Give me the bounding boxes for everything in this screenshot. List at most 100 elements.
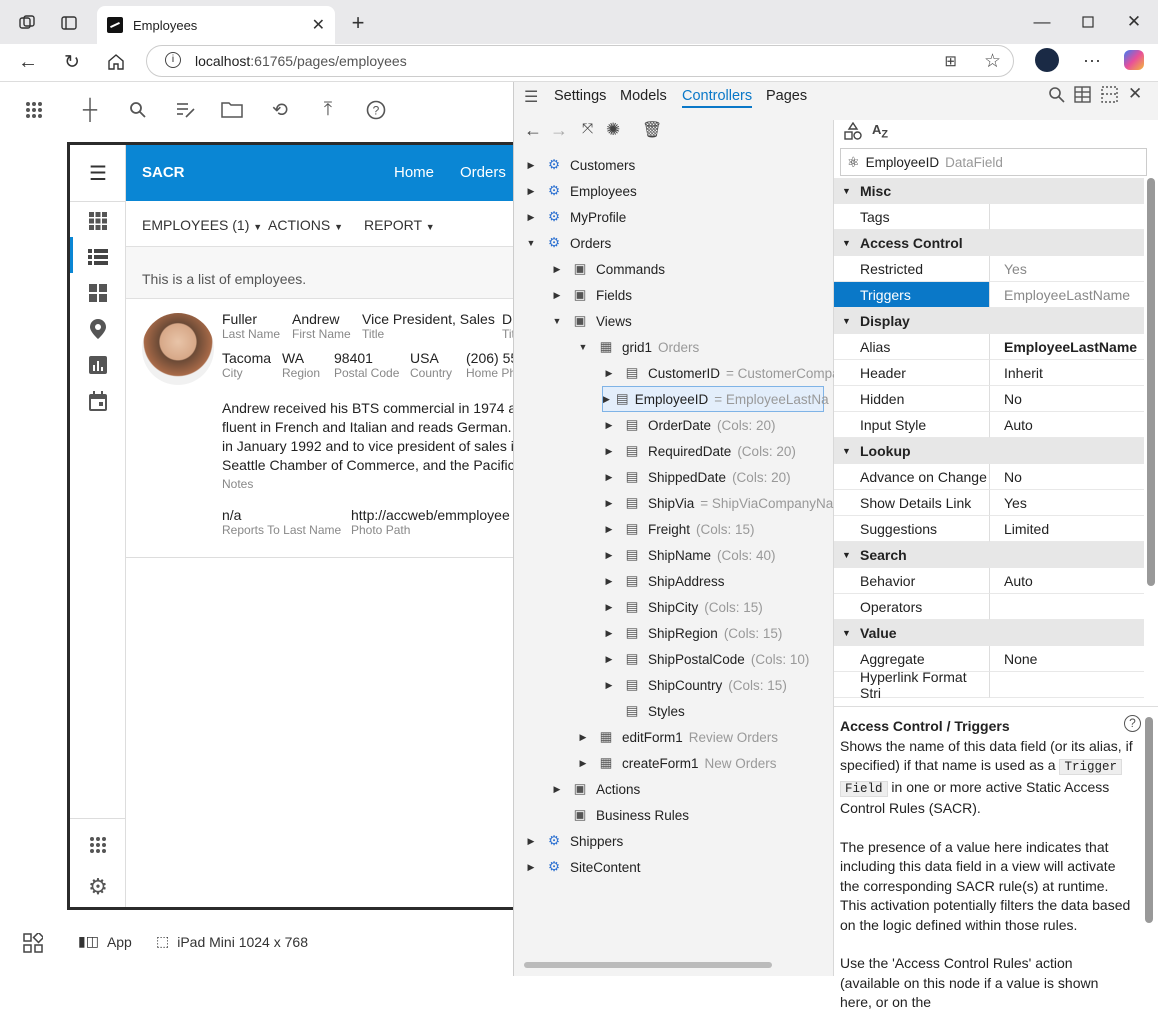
property-value[interactable]: Yes [990, 256, 1144, 282]
property-category[interactable]: Lookup [834, 438, 1144, 464]
property-row[interactable]: Tags [834, 204, 1144, 230]
help-question-icon[interactable]: ? [1124, 715, 1141, 732]
expand-arrow-icon[interactable]: ▶ [602, 628, 616, 639]
grid-view-icon[interactable] [86, 209, 110, 233]
chart-icon[interactable] [86, 353, 110, 377]
expand-arrow-icon[interactable]: ▼ [550, 316, 564, 326]
publish-upload-icon[interactable]: ⤒ [316, 98, 340, 122]
hierarchy-icon[interactable]: ✺ [606, 120, 620, 140]
tree-node[interactable]: ▶ ▦ createForm1 New Orders [576, 750, 777, 776]
tree-node[interactable]: ▶ ▤ ShipName (Cols: 40) [602, 542, 776, 568]
expand-arrow-icon[interactable]: ▶ [550, 290, 564, 301]
refresh-icon[interactable]: ↻ [60, 50, 84, 74]
expand-arrow-icon[interactable]: ▶ [602, 654, 616, 665]
help-scrollbar[interactable] [1145, 717, 1153, 923]
expand-arrow-icon[interactable]: ▶ [602, 680, 616, 691]
expand-arrow-icon[interactable]: ▶ [602, 524, 616, 535]
panel-search-icon[interactable] [1048, 86, 1065, 107]
expand-arrow-icon[interactable]: ▶ [603, 394, 610, 405]
maximize-icon[interactable] [1076, 12, 1100, 32]
map-pin-icon[interactable] [86, 317, 110, 341]
menu-employees[interactable]: EMPLOYEES (1) ▼ [142, 217, 262, 233]
delete-trash-icon[interactable]: 🗑 [642, 120, 662, 140]
tree-node[interactable]: ▶ ⚙ MyProfile [524, 204, 627, 230]
property-value[interactable] [990, 672, 1144, 698]
property-category[interactable]: Access Control [834, 230, 1144, 256]
property-category[interactable]: Display [834, 308, 1144, 334]
property-value[interactable]: None [990, 646, 1144, 672]
calendar-icon[interactable] [86, 389, 110, 413]
property-row[interactable]: Advance on Change No [834, 464, 1144, 490]
more-menu-icon[interactable]: ··· [1080, 49, 1104, 71]
property-row[interactable]: Operators [834, 594, 1144, 620]
menu-report[interactable]: REPORT ▼ [364, 217, 435, 233]
tree-node[interactable]: ▶ ▤ ShipCountry (Cols: 15) [602, 672, 787, 698]
expand-arrow-icon[interactable]: ▶ [550, 784, 564, 795]
employee-photo[interactable] [142, 313, 214, 385]
tree-node[interactable]: ▶ ⚙ Shippers [524, 828, 624, 854]
property-value[interactable]: Limited [990, 516, 1144, 542]
list-view-icon[interactable] [86, 245, 110, 269]
more-apps-icon[interactable] [86, 833, 110, 857]
expand-arrow-icon[interactable]: ▼ [576, 342, 590, 352]
tree-node[interactable]: ▶ ▣ Commands [550, 256, 666, 282]
expand-arrow-icon[interactable]: ▶ [602, 602, 616, 613]
tree-node[interactable]: ▼ ▦ grid1 Orders [576, 334, 700, 360]
tree-node[interactable]: ▶ ▣ Actions [550, 776, 641, 802]
inspect-crosshair-icon[interactable]: ┼ [78, 98, 102, 122]
expand-arrow-icon[interactable]: ▶ [550, 264, 564, 275]
home-icon[interactable] [104, 50, 128, 74]
address-bar[interactable]: i localhost:61765/pages/employees ⊞ ☆ [146, 45, 1014, 77]
tree-node[interactable]: ▣ Business Rules [550, 802, 689, 828]
categorized-view-icon[interactable] [844, 121, 862, 143]
workspaces-icon[interactable] [16, 13, 38, 33]
tree-node[interactable]: ▼ ⚙ Orders [524, 230, 612, 256]
app-available-icon[interactable]: ⊞ [944, 52, 957, 70]
expand-arrow-icon[interactable]: ▶ [602, 498, 616, 509]
expand-arrow-icon[interactable]: ▶ [576, 758, 590, 769]
tree-node[interactable]: ▶ ⚙ Customers [524, 152, 636, 178]
property-value[interactable]: Auto [990, 568, 1144, 594]
property-row[interactable]: Behavior Auto [834, 568, 1144, 594]
sync-icon[interactable]: ⟲ [268, 98, 292, 122]
property-row[interactable]: Restricted Yes [834, 256, 1144, 282]
property-category[interactable]: Search [834, 542, 1144, 568]
expand-arrow-icon[interactable]: ▶ [524, 212, 538, 223]
tab-actions-icon[interactable] [58, 13, 80, 33]
tree-node[interactable]: ▶ ▤ EmployeeID = EmployeeLastNa [602, 386, 829, 412]
expand-arrow-icon[interactable]: ▶ [602, 420, 616, 431]
property-value[interactable]: Yes [990, 490, 1144, 516]
tree-hscrollbar[interactable] [524, 962, 772, 968]
cards-view-icon[interactable] [86, 281, 110, 305]
close-tab-icon[interactable]: ✕ [312, 15, 325, 35]
browser-tab[interactable]: Employees ✕ [97, 6, 335, 44]
tree-node[interactable]: ▶ ▣ Fields [550, 282, 632, 308]
property-row[interactable]: Hyperlink Format Stri [834, 669, 1144, 700]
hamburger-menu-icon[interactable]: ☰ [86, 161, 110, 185]
nav-home[interactable]: Home [394, 164, 434, 181]
tree-node[interactable]: ▼ ▣ Views [550, 308, 632, 334]
property-category[interactable]: Misc [834, 178, 1144, 204]
tree-node[interactable]: ▶ ▤ ShipRegion (Cols: 15) [602, 620, 783, 646]
tree-node[interactable]: ▶ ▤ ShipAddress [602, 568, 725, 594]
tree-node[interactable]: ▶ ▤ Freight (Cols: 15) [602, 516, 755, 542]
property-value[interactable]: Inherit [990, 360, 1144, 386]
site-info-icon[interactable]: i [165, 52, 181, 68]
tree-node[interactable]: ▶ ▤ CustomerID = CustomerCompa [602, 360, 840, 386]
expand-arrow-icon[interactable]: ▶ [602, 576, 616, 587]
property-value[interactable]: No [990, 386, 1144, 412]
expand-arrow-icon[interactable]: ▶ [602, 446, 616, 457]
tree-node[interactable]: ▶ ▤ ShipPostalCode (Cols: 10) [602, 646, 810, 672]
tree-node[interactable]: ▶ ▦ editForm1 Review Orders [576, 724, 779, 750]
tree-forward-icon[interactable]: → [550, 120, 568, 141]
device-selector[interactable]: ⬚ iPad Mini 1024 x 768 [156, 933, 308, 950]
expand-arrow-icon[interactable]: ▶ [524, 186, 538, 197]
property-row[interactable]: Alias EmployeeLastName [834, 334, 1144, 360]
expand-arrow-icon[interactable]: ▼ [524, 238, 538, 248]
settings-gear-icon[interactable]: ⚙ [86, 874, 110, 899]
apps-grid-icon[interactable] [22, 98, 46, 122]
expand-arrow-icon[interactable]: ▶ [524, 160, 538, 171]
layout-grid-icon[interactable] [22, 932, 44, 954]
property-row[interactable]: Hidden No [834, 386, 1144, 412]
tree-node[interactable]: ▶ ⚙ Employees [524, 178, 637, 204]
